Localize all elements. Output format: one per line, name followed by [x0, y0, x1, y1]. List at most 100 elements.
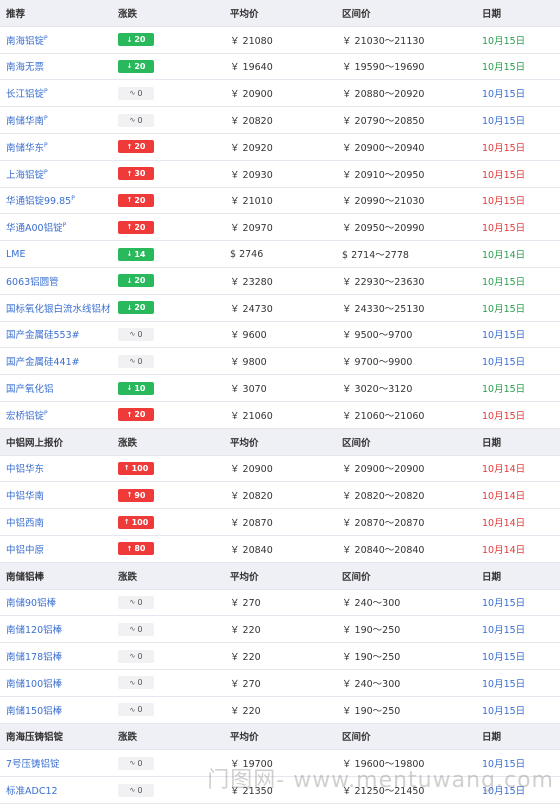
avg-price: ￥ 20840 [230, 544, 273, 556]
product-link[interactable]: LME [6, 249, 26, 260]
change-cell: ∿ 0 [112, 86, 224, 100]
range-price: ￥ 20900～20940 [342, 142, 425, 154]
change-badge: ∿ 0 [118, 354, 154, 368]
avg-price: ￥ 20870 [230, 518, 273, 530]
p-mark-icon: P [62, 222, 67, 230]
range-price: ￥ 190～250 [342, 705, 401, 717]
table-row: 南海铝锭P ↓ 20 ￥ 21080 ￥ 21030～21130 10月15日 [0, 27, 560, 54]
date-cell: 10月15日 [482, 598, 526, 610]
product-link[interactable]: 南储华东 [6, 143, 44, 154]
table-row: 国产金属硅553# ∿ 0 ￥ 9600 ￥ 9500～9700 10月15日 [0, 322, 560, 349]
avg-price: ￥ 220 [230, 625, 261, 637]
product-link[interactable]: 国产金属硅441# [6, 357, 80, 368]
product-link[interactable]: 国产氧化铝 [6, 384, 54, 395]
date-cell: 10月15日 [482, 62, 526, 74]
change-badge: ∿ 0 [118, 703, 154, 717]
table-row: 国产金属硅441# ∿ 0 ￥ 9800 ￥ 9700～9900 10月15日 [0, 348, 560, 376]
product-link[interactable]: 6063铝圆管 [6, 277, 59, 288]
product-cell: 南海铝锭P [0, 33, 112, 47]
range-price: ￥ 3020～3120 [342, 384, 413, 396]
avg-price: ￥ 3070 [230, 384, 267, 396]
p-mark-icon: P [44, 114, 48, 122]
wave-icon: ∿ [129, 330, 136, 339]
product-link[interactable]: 中铝华东 [6, 464, 44, 475]
product-link[interactable]: 上海铝锭 [6, 170, 44, 181]
table-row: 6063铝圆管 ↓ 20 ￥ 23280 ￥ 22930～23630 10月15日 [0, 268, 560, 295]
product-link[interactable]: 南储100铝棒 [6, 679, 62, 690]
wave-icon: ∿ [129, 357, 136, 366]
avg-price: ￥ 20920 [230, 142, 273, 154]
product-cell: 南储华东P [0, 140, 112, 154]
avg-price: ￥ 21060 [230, 410, 273, 422]
arrow-up-icon: ↑ [126, 544, 133, 553]
product-link[interactable]: 国标氧化银白流水线铝材 [6, 304, 111, 315]
change-cell: ↓ 20 [112, 59, 224, 73]
change-badge: ∿ 0 [118, 327, 154, 341]
product-link[interactable]: 标准ADC12 [6, 786, 58, 797]
change-cell: ∿ 0 [112, 327, 224, 341]
product-link[interactable]: 南储150铝棒 [6, 706, 62, 717]
section-header: 中铝网上报价 涨跌 平均价 区间价 日期 [0, 428, 560, 456]
range-price: ￥ 20840～20840 [342, 544, 425, 556]
product-cell: 7号压铸铝锭 [0, 756, 112, 770]
product-cell: 南储150铝棒 [0, 703, 112, 717]
product-link[interactable]: 国产金属硅553# [6, 330, 80, 341]
product-link[interactable]: 南储90铝棒 [6, 598, 56, 609]
table-row: 南海无票 ↓ 20 ￥ 19640 ￥ 19590～19690 10月15日 [0, 54, 560, 81]
date-cell: 10月14日 [482, 464, 526, 476]
wave-icon: ∿ [129, 786, 136, 794]
p-mark-icon: P [44, 88, 48, 96]
product-link[interactable]: 华通A00铝锭 [6, 223, 63, 234]
product-link[interactable]: 长江铝锭 [6, 89, 44, 100]
change-badge: ↑ 100 [118, 515, 154, 529]
price-table: 推荐 涨跌 平均价 区间价 日期 南海铝锭P ↓ 20 ￥ 21080 ￥ 21030～21130… [0, 0, 560, 804]
header-change: 涨跌 [118, 8, 138, 20]
avg-price: ￥ 20970 [230, 223, 273, 235]
date-cell: 10月15日 [482, 223, 526, 235]
change-value: 100 [131, 517, 149, 527]
change-cell: ∿ 0 [112, 595, 224, 609]
range-price: ￥ 240～300 [342, 678, 401, 690]
change-cell: ↑ 80 [112, 542, 224, 556]
avg-price: ￥ 21010 [230, 196, 273, 208]
header-change: 涨跌 [118, 571, 138, 583]
avg-price: ￥ 20900 [230, 89, 273, 101]
table-row: 南储150铝棒 ∿ 0 ￥ 220 ￥ 190～250 10月15日 [0, 697, 560, 724]
arrow-down-icon: ↓ [126, 250, 133, 259]
wave-icon: ∿ [129, 116, 136, 125]
product-link[interactable]: 中铝华南 [6, 491, 44, 502]
product-cell: 标准ADC12 [0, 783, 112, 797]
range-price: ￥ 21030～21130 [342, 35, 425, 47]
change-badge: ↑ 30 [118, 167, 154, 181]
product-link[interactable]: 南储华南 [6, 116, 44, 127]
wave-icon: ∿ [129, 759, 136, 768]
product-link[interactable]: 中铝西南 [6, 518, 44, 529]
avg-price: ￥ 220 [230, 705, 261, 717]
product-link[interactable]: 南储120铝棒 [6, 625, 62, 636]
product-link[interactable]: 南海无票 [6, 62, 44, 73]
product-link[interactable]: 中铝中原 [6, 545, 44, 556]
product-link[interactable]: 南海铝锭 [6, 36, 44, 47]
change-badge: ↓ 14 [118, 247, 154, 261]
product-link[interactable]: 7号压铸铝锭 [6, 759, 60, 770]
change-value: 80 [134, 544, 146, 554]
header-name: 南储铝棒 [6, 571, 45, 583]
date-cell: 10月15日 [482, 196, 526, 208]
range-price: ￥ 24330～25130 [342, 303, 425, 315]
product-link[interactable]: 宏桥铝锭 [6, 411, 44, 422]
product-cell: 南储90铝棒 [0, 595, 112, 609]
change-badge: ∿ 0 [118, 622, 154, 636]
header-date: 日期 [482, 8, 502, 20]
change-value: 0 [137, 88, 143, 98]
change-cell: ∿ 0 [112, 622, 224, 636]
avg-price: ￥ 20820 [230, 491, 273, 503]
date-cell: 10月15日 [482, 384, 526, 396]
product-link[interactable]: 南储178铝棒 [6, 652, 62, 663]
date-cell: 10月15日 [482, 678, 526, 690]
arrow-up-icon: ↑ [123, 518, 130, 527]
header-date: 日期 [482, 571, 502, 583]
wave-icon: ∿ [129, 652, 136, 661]
product-link[interactable]: 华通铝锭99.85 [6, 196, 71, 207]
date-cell: 10月15日 [482, 410, 526, 422]
avg-price: ￥ 9600 [230, 330, 267, 342]
